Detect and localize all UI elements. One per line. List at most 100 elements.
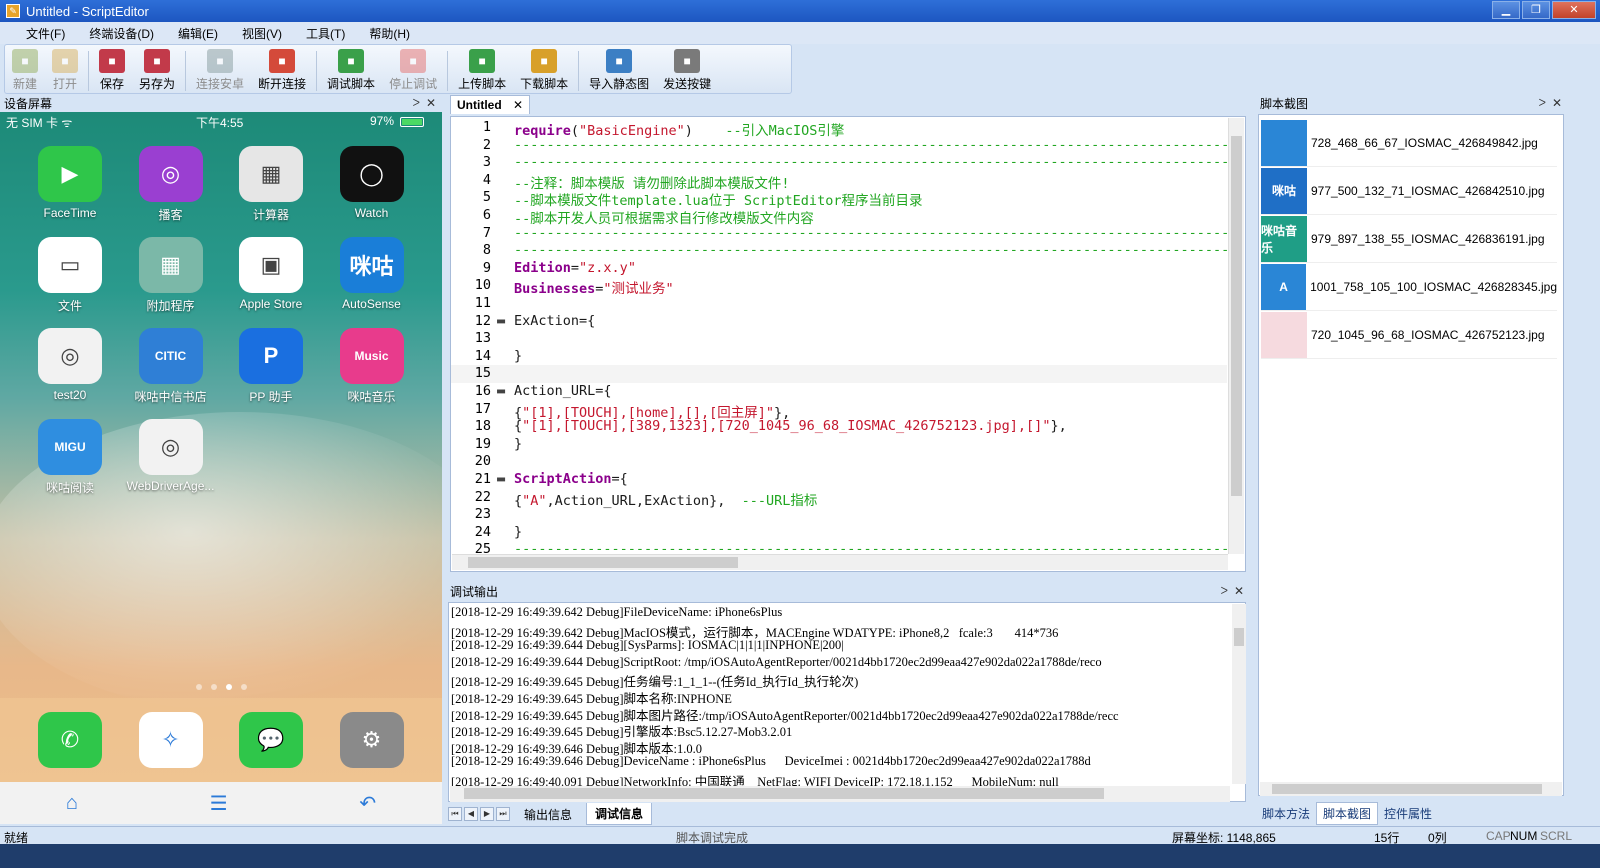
download-button[interactable]: ■ 下载脚本 <box>513 49 575 92</box>
device-screen[interactable]: 无 SIM 卡 ᯤ 下午4:55 97% ▶ FaceTime ◎ 播客 ▦ 计算器 ◯ Wa… <box>0 112 442 824</box>
import-image-button[interactable]: ■ 导入静态图 <box>582 49 656 92</box>
code-line[interactable]: 21 ▬ ScriptAction={ <box>451 471 1227 489</box>
shots-horizontal-scrollbar[interactable] <box>1260 782 1562 796</box>
code-editor[interactable]: 1 require("BasicEngine") --引入MacIOS引擎 2 ---… <box>450 116 1246 572</box>
restore-button[interactable]: ❐ <box>1522 1 1550 19</box>
code-line[interactable]: 22 {"A",Action_URL,ExAction}, ---URL指标 <box>451 489 1227 509</box>
code-line[interactable]: 18 {"[1],[TOUCH],[389,1323],[720_1045_96_… <box>451 418 1227 436</box>
menu-tools[interactable]: 工具(T) <box>294 25 357 42</box>
code-line[interactable]: 15 <box>451 365 1227 383</box>
code-line[interactable]: 4 --注释：脚本模版 请勿删除此脚本模版文件! <box>451 172 1227 192</box>
stop-debug-button[interactable]: ■ 停止调试 <box>382 49 444 92</box>
new-button[interactable]: ■ 新建 <box>5 49 45 92</box>
app-webdriverage-[interactable]: ◎ WebDriverAge... <box>121 419 221 493</box>
app-apple-store[interactable]: ▣ Apple Store <box>221 237 321 311</box>
code-line[interactable]: 13 <box>451 330 1227 348</box>
code-line[interactable]: 11 <box>451 295 1227 313</box>
code-line[interactable]: 2 ---------------------------------------… <box>451 137 1245 155</box>
pin-icon[interactable]: ᐳ <box>1221 586 1228 597</box>
code-line[interactable]: 5 --脚本模版文件template.lua位于 ScriptEditor程序当前… <box>451 189 1227 209</box>
app--[interactable]: ▦ 计算器 <box>221 146 321 223</box>
dock-safari-icon[interactable]: ✧ <box>138 712 203 768</box>
code-line[interactable]: 16 ▬ Action_URL={ <box>451 383 1227 401</box>
connect-android-button[interactable]: ■ 连接安卓 <box>189 49 251 92</box>
disconnect-button[interactable]: ■ 断开连接 <box>251 49 313 92</box>
tab-script-screenshots[interactable]: 脚本截图 <box>1316 801 1379 825</box>
back-icon[interactable]: ↶ <box>359 791 376 816</box>
menu-file[interactable]: 文件(F) <box>14 25 77 42</box>
app-watch[interactable]: ◯ Watch <box>322 146 422 220</box>
close-panel-icon[interactable]: ✕ <box>426 96 436 110</box>
app-test20[interactable]: ◎ test20 <box>20 328 120 402</box>
upload-button[interactable]: ■ 上传脚本 <box>451 49 513 92</box>
scroll-thumb[interactable] <box>464 788 1104 799</box>
code-line[interactable]: 8 ---------------------------------------… <box>451 242 1245 260</box>
code-line[interactable]: 12 ▬ ExAction={ <box>451 313 1227 331</box>
menu-icon[interactable]: ☰ <box>210 791 228 816</box>
menu-help[interactable]: 帮助(H) <box>357 25 422 42</box>
code-line[interactable]: 1 require("BasicEngine") --引入MacIOS引擎 <box>451 119 1227 139</box>
editor-vertical-scrollbar[interactable] <box>1228 118 1244 554</box>
code-line[interactable]: 3 ---------------------------------------… <box>451 154 1245 172</box>
send-key-button[interactable]: ■ 发送按键 <box>656 49 718 92</box>
last-tab-arrow[interactable]: ⏭ <box>496 807 510 821</box>
code-line[interactable]: 23 <box>451 506 1227 524</box>
debug-horizontal-scrollbar[interactable] <box>450 786 1230 802</box>
code-line[interactable]: 20 <box>451 453 1227 471</box>
app--[interactable]: Music 咪咕音乐 <box>322 328 422 405</box>
close-tab-icon[interactable]: ✕ <box>513 98 523 112</box>
app--[interactable]: ◎ 播客 <box>121 146 221 223</box>
menu-view[interactable]: 视图(V) <box>230 25 294 42</box>
app--[interactable]: ▭ 文件 <box>20 237 120 314</box>
pin-icon[interactable]: ᐳ <box>1539 98 1546 109</box>
first-tab-arrow[interactable]: ⏮ <box>448 807 462 821</box>
tab-output-info[interactable]: 输出信息 <box>516 804 580 825</box>
scroll-thumb[interactable] <box>468 557 738 568</box>
screenshot-item[interactable]: 720_1045_96_68_IOSMAC_426752123.jpg <box>1261 311 1557 359</box>
screenshot-item[interactable]: 728_468_66_67_IOSMAC_426849842.jpg <box>1261 119 1557 167</box>
screenshot-item[interactable]: A 1001_758_105_100_IOSMAC_426828345.jpg <box>1261 263 1557 311</box>
save-button[interactable]: ■ 保存 <box>92 49 132 92</box>
app-pp-[interactable]: P PP 助手 <box>221 328 321 405</box>
code-line[interactable]: 14} <box>451 348 1227 366</box>
app-facetime[interactable]: ▶ FaceTime <box>20 146 120 220</box>
app--[interactable]: MIGU 咪咕阅读 <box>20 419 120 496</box>
close-panel-icon[interactable]: ✕ <box>1552 96 1562 110</box>
code-line[interactable]: 19} <box>451 436 1227 454</box>
scroll-thumb[interactable] <box>1231 136 1242 496</box>
screenshot-list[interactable]: 728_468_66_67_IOSMAC_426849842.jpg 咪咕 977_… <box>1258 114 1564 796</box>
home-icon[interactable]: ⌂ <box>66 792 78 815</box>
debug-button[interactable]: ■ 调试脚本 <box>320 49 382 92</box>
code-line[interactable]: 10 Businesses="测试业务" <box>451 277 1227 297</box>
app--[interactable]: ▦ 附加程序 <box>121 237 221 314</box>
scroll-thumb[interactable] <box>1234 628 1244 646</box>
tab-control-properties[interactable]: 控件属性 <box>1378 803 1438 824</box>
app--[interactable]: CITIC 咪咕中信书店 <box>121 328 221 405</box>
screenshot-item[interactable]: 咪咕 977_500_132_71_IOSMAC_426842510.jpg <box>1261 167 1557 215</box>
dock-messages-icon[interactable]: 💬 <box>239 712 303 768</box>
tab-script-methods[interactable]: 脚本方法 <box>1256 803 1316 824</box>
close-window-button[interactable]: ✕ <box>1552 1 1596 19</box>
scroll-thumb[interactable] <box>1272 784 1542 794</box>
app-autosense[interactable]: 咪咕 AutoSense <box>322 237 422 311</box>
screenshot-item[interactable]: 咪咕音乐 979_897_138_55_IOSMAC_426836191.jpg <box>1261 215 1557 263</box>
code-line[interactable]: 24} <box>451 524 1227 542</box>
close-panel-icon[interactable]: ✕ <box>1234 584 1244 598</box>
debug-output[interactable]: [2018-12-29 16:49:39.642 Debug]FileDevic… <box>448 602 1246 802</box>
save-as-button[interactable]: ■ 另存为 <box>132 49 182 92</box>
menu-edit[interactable]: 编辑(E) <box>166 25 230 42</box>
code-line[interactable]: 6 --脚本开发人员可根据需求自行修改模版文件内容 <box>451 207 1227 227</box>
fold-toggle-icon[interactable]: ▬ <box>497 313 507 329</box>
pin-icon[interactable]: ᐳ <box>413 98 420 109</box>
code-line[interactable]: 17 {"[1],[TOUCH],[home],[],[回主屏]"}, <box>451 401 1227 421</box>
next-tab-arrow[interactable]: ▶ <box>480 807 494 821</box>
fold-toggle-icon[interactable]: ▬ <box>497 471 507 487</box>
fold-toggle-icon[interactable]: ▬ <box>497 383 507 399</box>
open-button[interactable]: ■ 打开 <box>45 49 85 92</box>
editor-tab[interactable]: Untitled ✕ <box>450 95 530 114</box>
editor-horizontal-scrollbar[interactable] <box>452 554 1228 570</box>
dock-settings-icon[interactable]: ⚙ <box>339 712 404 768</box>
minimize-button[interactable]: ▁ <box>1492 1 1520 19</box>
debug-vertical-scrollbar[interactable] <box>1232 604 1246 784</box>
code-line[interactable]: 7 ---------------------------------------… <box>451 225 1245 243</box>
